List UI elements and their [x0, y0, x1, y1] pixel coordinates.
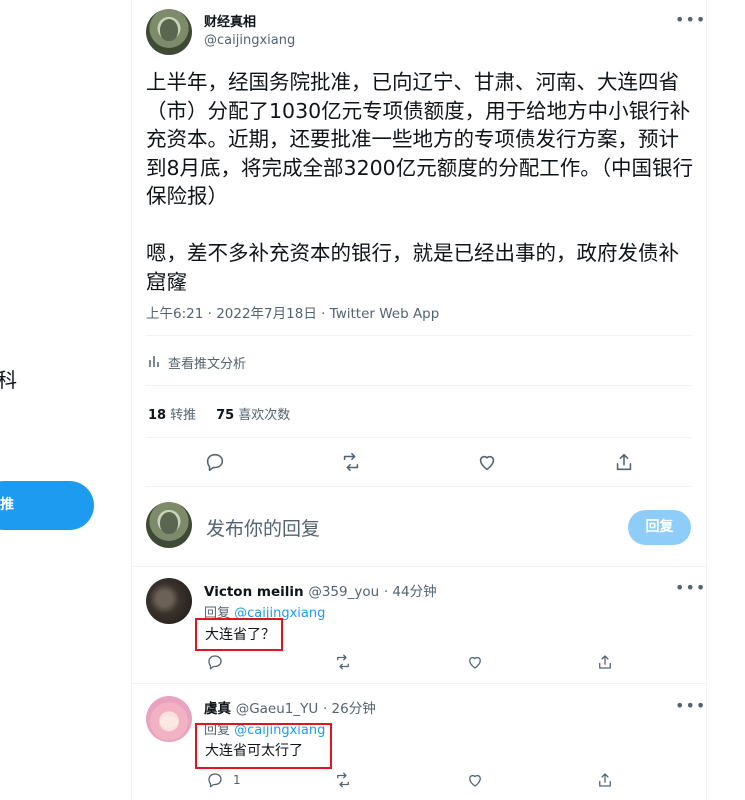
like-icon[interactable] [466, 771, 484, 789]
highlight-box [195, 618, 283, 651]
right-gutter [707, 0, 745, 800]
tweet-timestamp[interactable]: 上午6:21 · 2022年7月18日 · Twitter Web App [146, 302, 439, 322]
tweet-stats: 18 转推 75 喜欢次数 [148, 404, 290, 423]
divider [146, 385, 692, 386]
view-analytics-link[interactable]: 查看推文分析 [148, 353, 246, 372]
retweet-icon[interactable] [340, 451, 362, 473]
analytics-label: 查看推文分析 [168, 357, 247, 372]
more-icon[interactable]: ••• [675, 696, 706, 715]
likes-stat[interactable]: 75 喜欢次数 [216, 404, 290, 423]
share-icon[interactable] [596, 771, 614, 789]
reply-avatar[interactable] [146, 578, 192, 624]
reply-icon[interactable] [206, 653, 224, 671]
tweet-button[interactable]: 推 [0, 481, 94, 530]
reply-count: 1 [233, 773, 241, 787]
author-handle[interactable]: @caijingxiang [204, 33, 295, 48]
reply-author[interactable]: Victon meilin @359_you · 44分钟 [204, 580, 437, 600]
divider [131, 566, 707, 567]
reply-input[interactable]: 发布你的回复 [206, 514, 320, 541]
like-icon[interactable] [476, 451, 498, 473]
author-name[interactable]: 财经真相 [204, 11, 256, 30]
current-user-avatar [146, 502, 192, 548]
more-icon[interactable]: ••• [675, 10, 706, 29]
more-icon[interactable]: ••• [675, 578, 706, 597]
divider [146, 437, 692, 438]
retweet-icon[interactable] [334, 771, 352, 789]
like-icon[interactable] [466, 653, 484, 671]
divider [146, 486, 692, 487]
retweets-stat[interactable]: 18 转推 [148, 404, 196, 423]
analytics-icon [148, 354, 162, 372]
reply-button[interactable]: 回复 [628, 510, 691, 545]
reply-icon[interactable] [204, 451, 226, 473]
reply-icon[interactable] [206, 771, 224, 789]
divider [146, 335, 692, 336]
tweet-text: 上半年，经国务院批准，已向辽宁、甘肃、河南、大连四省（市）分配了1030亿元专项… [146, 70, 693, 294]
sidebar-nav-label-partial[interactable]: 科 [0, 364, 17, 393]
author-avatar[interactable] [146, 9, 192, 55]
divider [131, 683, 707, 684]
highlight-box [195, 723, 332, 769]
reply-avatar[interactable] [146, 696, 192, 742]
left-sidebar: 科 推 [0, 0, 131, 800]
share-icon[interactable] [596, 653, 614, 671]
retweet-icon[interactable] [334, 653, 352, 671]
reply-author[interactable]: 虞真 @Gaeu1_YU · 26分钟 [204, 697, 376, 717]
share-icon[interactable] [613, 451, 635, 473]
